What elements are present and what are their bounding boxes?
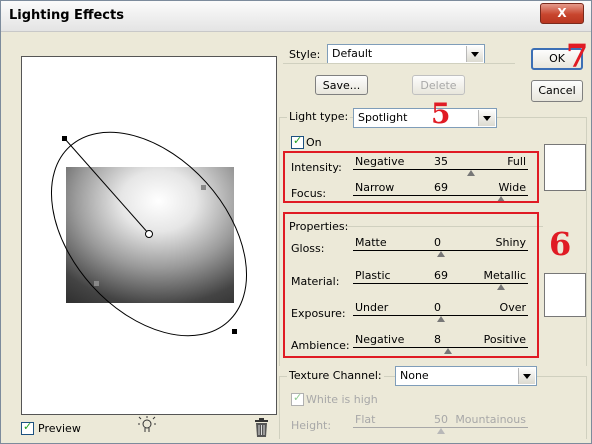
white-is-high-checkbox[interactable]: ✓ — [291, 391, 304, 406]
height-slider-max-label: Mountainous — [455, 413, 526, 426]
close-button[interactable]: X — [540, 3, 584, 24]
cancel-button[interactable]: Cancel — [531, 80, 583, 102]
height-slider-name: Height: — [291, 419, 332, 432]
window-title: Lighting Effects — [9, 8, 124, 23]
light-bulb-icon[interactable] — [138, 416, 158, 436]
callout-7: 7 — [566, 37, 589, 75]
height-slider-thumb[interactable] — [436, 428, 445, 434]
dropdown-arrow-icon — [518, 368, 535, 384]
light-on-label: On — [306, 136, 322, 149]
callout-6: 6 — [549, 225, 572, 263]
light-color-swatch[interactable] — [544, 144, 586, 191]
light-center-handle[interactable] — [145, 230, 153, 238]
checkmark-icon: ✓ — [23, 420, 33, 433]
ambient-color-swatch[interactable] — [544, 273, 586, 317]
light-settings-highlight — [283, 151, 539, 203]
height-slider-value: 50 — [434, 413, 448, 426]
preview-checkbox[interactable]: ✓ — [21, 420, 34, 435]
dropdown-arrow-icon — [466, 46, 483, 62]
properties-highlight — [283, 212, 539, 358]
light-on-checkbox[interactable]: ✓ — [291, 134, 304, 149]
texture-channel-label: Texture Channel: — [287, 369, 384, 382]
trash-icon[interactable] — [253, 418, 271, 438]
ellipse-handle-right[interactable] — [201, 185, 206, 190]
ellipse-handle-bottom[interactable] — [232, 329, 237, 334]
texture-channel-dropdown[interactable]: None — [395, 366, 537, 386]
style-group-line — [283, 63, 515, 64]
save-style-button[interactable]: Save... — [315, 75, 368, 95]
lighting-effects-dialog: Lighting Effects X ✓ Preview Style: Defa… — [0, 0, 592, 444]
preview-label: Preview — [38, 422, 81, 435]
checkmark-icon: ✓ — [293, 134, 303, 147]
height-slider-min-label: Flat — [355, 413, 376, 426]
light-type-dropdown[interactable]: Spotlight — [353, 108, 497, 128]
style-value: Default — [332, 47, 373, 60]
close-icon: X — [557, 6, 567, 20]
callout-5: 5 — [431, 97, 451, 130]
direction-handle[interactable] — [62, 136, 67, 141]
white-is-high-label: White is high — [306, 393, 378, 406]
light-type-label: Light type: — [287, 110, 351, 123]
style-dropdown[interactable]: Default — [327, 44, 485, 64]
ellipse-handle-left[interactable] — [94, 281, 99, 286]
style-label: Style: — [289, 48, 321, 61]
title-bar: Lighting Effects X — [1, 1, 591, 32]
delete-style-button[interactable]: Delete — [412, 75, 465, 95]
dropdown-arrow-icon — [478, 110, 495, 126]
checkmark-icon: ✓ — [293, 391, 303, 404]
preview-canvas[interactable] — [21, 56, 277, 415]
texture-channel-value: None — [400, 369, 429, 382]
light-type-value: Spotlight — [358, 111, 408, 124]
